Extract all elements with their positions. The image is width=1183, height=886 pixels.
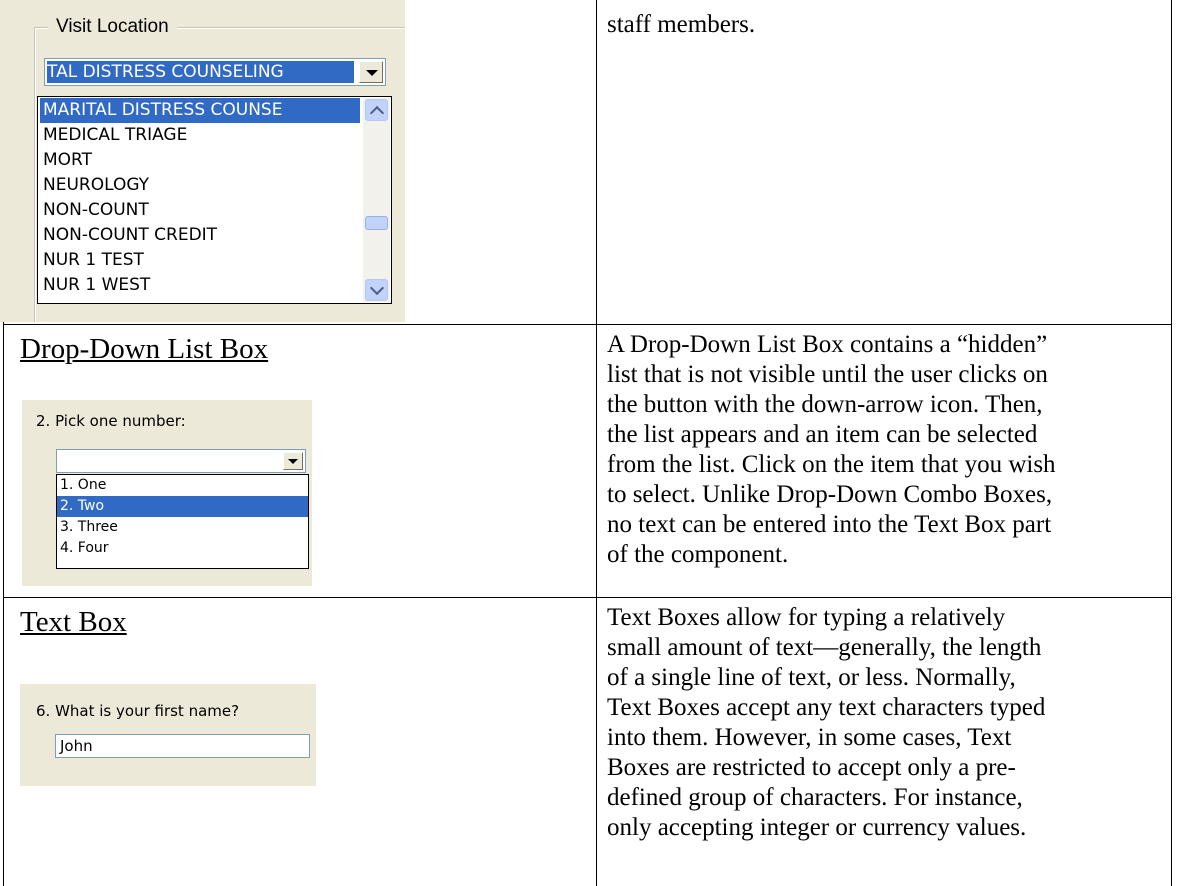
pick-number-screenshot: 2. Pick one number: 1. One 2. Two 3. Thr… (22, 400, 312, 586)
visit-location-dropdown-list[interactable]: MARITAL DISTRESS COUNSE MEDICAL TRIAGE M… (37, 96, 392, 304)
table-column-divider (596, 0, 597, 886)
chevron-up-icon (369, 105, 385, 121)
first-name-input[interactable]: John (55, 734, 310, 758)
drop-down-list-box-description: A Drop-Down List Box contains a “hidden”… (607, 330, 1167, 570)
description-line: of a single line of text, or less. Norma… (607, 664, 1016, 691)
description-line: of the component. (607, 541, 789, 568)
row1-description: staff members. (607, 11, 756, 38)
first-name-screenshot: 6. What is your first name? John (20, 684, 316, 786)
row-divider-2 (3, 597, 1172, 598)
vertical-scrollbar[interactable] (363, 98, 390, 302)
list-item[interactable]: NUR 1 WEST (40, 273, 360, 298)
list-item[interactable]: MARITAL DISTRESS COUNSE (40, 98, 360, 123)
dropdown-button[interactable] (359, 61, 383, 83)
combobox-selected-text[interactable]: TAL DISTRESS COUNSELING (47, 61, 354, 83)
chevron-down-icon (288, 459, 298, 464)
description-line: defined group of characters. For instanc… (607, 784, 1023, 811)
visit-location-combobox[interactable]: TAL DISTRESS COUNSELING (44, 58, 386, 86)
row-divider-1 (3, 324, 1172, 325)
text-box-description: Text Boxes allow for typing a relatively… (607, 603, 1167, 843)
list-item[interactable]: NUR 1 TEST (40, 248, 360, 273)
description-line: small amount of text—generally, the leng… (607, 634, 1042, 661)
description-line: to select. Unlike Drop-Down Combo Boxes, (607, 481, 1053, 508)
visit-location-label: Visit Location (48, 16, 177, 38)
description-line: the list appears and an item can be sele… (607, 421, 1038, 448)
description-line: from the list. Click on the item that yo… (607, 451, 1056, 478)
scroll-up-button[interactable] (365, 99, 388, 121)
list-item[interactable]: 3. Three (57, 517, 308, 538)
table-right-border (1171, 0, 1172, 886)
description-line: Text Boxes allow for typing a relatively (607, 604, 1006, 631)
pick-number-list[interactable]: 1. One 2. Two 3. Three 4. Four (56, 474, 309, 569)
question-label: 2. Pick one number: (36, 412, 186, 430)
pick-number-dropdown[interactable] (56, 449, 306, 473)
description-line: no text can be entered into the Text Box… (607, 511, 1052, 538)
list-item[interactable]: NON-COUNT CREDIT (40, 223, 360, 248)
scroll-down-button[interactable] (365, 279, 388, 301)
question-label: 6. What is your first name? (36, 702, 240, 720)
description-line: Text Boxes accept any text characters ty… (607, 694, 1046, 721)
drop-down-list-box-heading: Drop-Down List Box (20, 333, 269, 365)
chevron-down-icon (369, 280, 385, 296)
list-item[interactable]: 2. Two (57, 496, 308, 517)
list-item[interactable]: 4. Four (57, 538, 308, 559)
dropdown-button[interactable] (283, 452, 303, 470)
scrollbar-thumb[interactable] (365, 216, 388, 230)
description-line: A Drop-Down List Box contains a “hidden” (607, 331, 1048, 358)
list-item[interactable]: NON-COUNT (40, 198, 360, 223)
list-item[interactable]: MORT (40, 148, 360, 173)
description-line: Boxes are restricted to accept only a pr… (607, 754, 1016, 781)
description-line: into them. However, in some cases, Text (607, 724, 1012, 751)
description-line: list that is not visible until the user … (607, 361, 1048, 388)
text-box-heading: Text Box (20, 606, 127, 638)
chevron-down-icon (366, 70, 378, 76)
description-line: only accepting integer or currency value… (607, 814, 1027, 841)
list-item[interactable]: MEDICAL TRIAGE (40, 123, 360, 148)
visit-location-screenshot: Visit Location TAL DISTRESS COUNSELING M… (0, 0, 405, 322)
list-item[interactable]: NEUROLOGY (40, 173, 360, 198)
list-item[interactable]: 1. One (57, 475, 308, 496)
description-line: the button with the down-arrow icon. The… (607, 391, 1043, 418)
